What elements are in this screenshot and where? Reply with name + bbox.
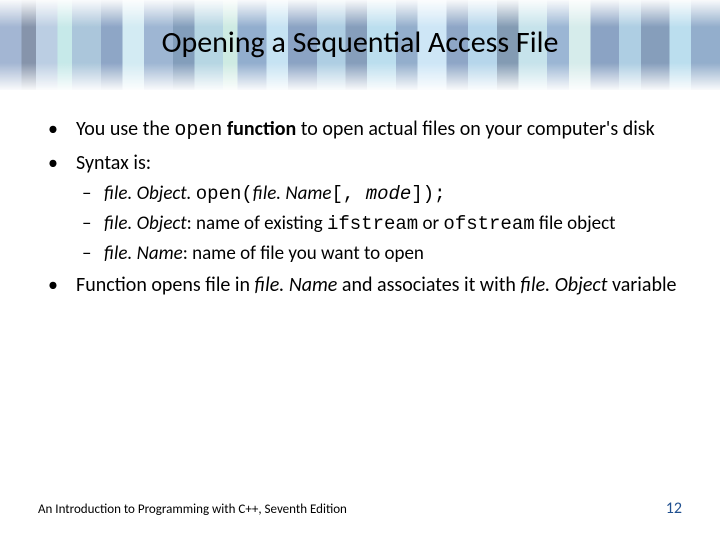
bullet-1: You use the open function to open actual… — [38, 116, 682, 144]
slide-body: You use the open function to open actual… — [38, 116, 682, 304]
b3-i1: file. Name — [255, 273, 338, 297]
b1-post: to open actual files on your computer's … — [296, 117, 655, 141]
slide-footer: An Introduction to Programming with C++,… — [38, 499, 682, 518]
b2-text: Syntax is: — [76, 151, 151, 175]
b2a-i3: mode — [366, 183, 412, 205]
b3-i2: file. Object — [520, 273, 607, 297]
b2c-ital: file. Name — [104, 242, 183, 265]
b2a-i2: file. Name — [253, 182, 332, 205]
b1-code: open — [174, 119, 222, 142]
b2a-c2: [, — [331, 183, 365, 205]
bullet-3: Function opens file in file. Name and as… — [38, 272, 682, 298]
b2b-mid: : name of existing — [187, 212, 327, 235]
b3-pre: Function opens file in — [76, 273, 255, 297]
b2b-post: file object — [535, 212, 616, 235]
b2b-c2: ofstream — [443, 213, 534, 235]
slide-title: Opening a Sequential Access File — [0, 24, 720, 61]
footer-page-number: 12 — [666, 499, 682, 518]
bullet-2a: file. Object. open(file. Name[, mode]); — [76, 181, 682, 207]
bullet-2c: file. Name: name of file you want to ope… — [76, 241, 682, 266]
b2a-c3: ]); — [411, 183, 445, 205]
b2a-i1: file. Object. — [104, 182, 196, 205]
b3-mid: and associates it with — [337, 273, 520, 297]
b3-post: variable — [607, 273, 676, 297]
bullet-2b: file. Object: name of existing ifstream … — [76, 211, 682, 237]
b1-pre: You use the — [76, 117, 174, 141]
b2b-ital: file. Object — [104, 212, 187, 235]
b2b-c1: ifstream — [327, 213, 418, 235]
b1-bold: function — [222, 117, 296, 141]
footer-book: An Introduction to Programming with C++,… — [38, 502, 347, 517]
b2a-c1: open( — [196, 183, 253, 205]
b2c-post: : name of file you want to open — [183, 242, 424, 265]
bullet-2: Syntax is: file. Object. open(file. Name… — [38, 150, 682, 266]
b2b-or: or — [418, 212, 443, 235]
